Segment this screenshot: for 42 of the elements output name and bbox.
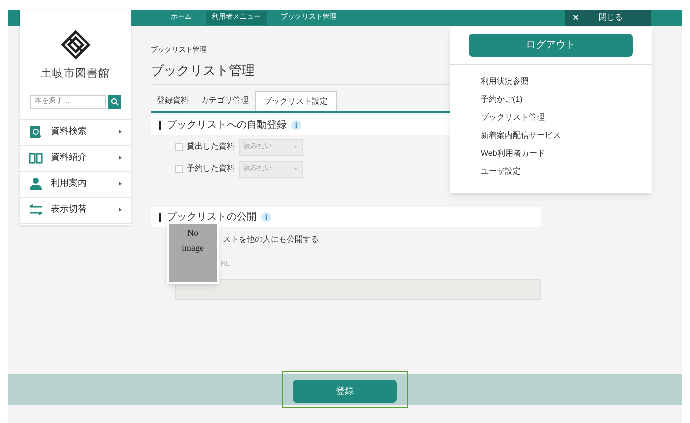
no-image-text: No bbox=[188, 227, 198, 240]
library-name: 土岐市図書館 bbox=[40, 66, 110, 82]
book-search-icon bbox=[29, 125, 43, 139]
chevron-icon bbox=[119, 182, 122, 186]
chevron-icon bbox=[119, 130, 122, 134]
menu-item[interactable]: ブックリスト管理 bbox=[481, 111, 545, 125]
caret-icon bbox=[294, 146, 298, 148]
checkbox[interactable] bbox=[175, 143, 183, 151]
url-field[interactable] bbox=[175, 279, 541, 300]
swap-arrows-icon bbox=[29, 203, 43, 217]
sidebar-item[interactable]: 資料検索 bbox=[20, 120, 131, 146]
search-button[interactable] bbox=[108, 94, 121, 108]
tab[interactable]: 登録資料 bbox=[151, 91, 195, 111]
section-heading: ブックリストの公開 bbox=[167, 210, 257, 224]
menu-item[interactable]: 新着案内配信サービス bbox=[481, 129, 561, 143]
sidebar-item[interactable]: 資料紹介 bbox=[20, 146, 131, 172]
info-icon[interactable] bbox=[261, 212, 272, 222]
close-button[interactable]: × 閉じる bbox=[565, 10, 651, 26]
tab[interactable]: カテゴリ管理 bbox=[195, 91, 255, 111]
logo-icon bbox=[60, 30, 90, 60]
open-book-icon bbox=[29, 151, 43, 165]
section-heading: ブックリストへの自動登録 bbox=[167, 118, 287, 132]
menu-item[interactable]: ユーザ設定 bbox=[481, 165, 521, 179]
no-image-text: image bbox=[182, 242, 204, 255]
checkbox-label: 予約した資料 bbox=[187, 163, 235, 175]
header-bar bbox=[8, 10, 20, 26]
person-icon bbox=[29, 177, 43, 191]
checkbox-label: 貸出した資料 bbox=[187, 141, 235, 153]
search-icon bbox=[110, 98, 118, 106]
menu-item[interactable]: Web利用者カード bbox=[481, 147, 546, 161]
caret-icon bbox=[294, 168, 298, 170]
chevron-icon bbox=[119, 156, 122, 160]
sidebar-item[interactable]: 表示切替 bbox=[20, 198, 131, 224]
submit-button[interactable]: 登録 bbox=[293, 380, 397, 404]
tab[interactable]: ブックリスト設定 bbox=[255, 91, 337, 111]
menu-item[interactable]: 予約かご(1) bbox=[481, 93, 523, 107]
info-icon[interactable] bbox=[291, 120, 302, 130]
checkbox[interactable] bbox=[175, 165, 183, 173]
logout-button[interactable]: ログアウト bbox=[469, 34, 633, 57]
sidebar-item[interactable]: 利用案内 bbox=[20, 172, 131, 198]
option-label: ストを他の人にも公開する bbox=[223, 234, 319, 246]
chevron-icon bbox=[119, 208, 122, 212]
